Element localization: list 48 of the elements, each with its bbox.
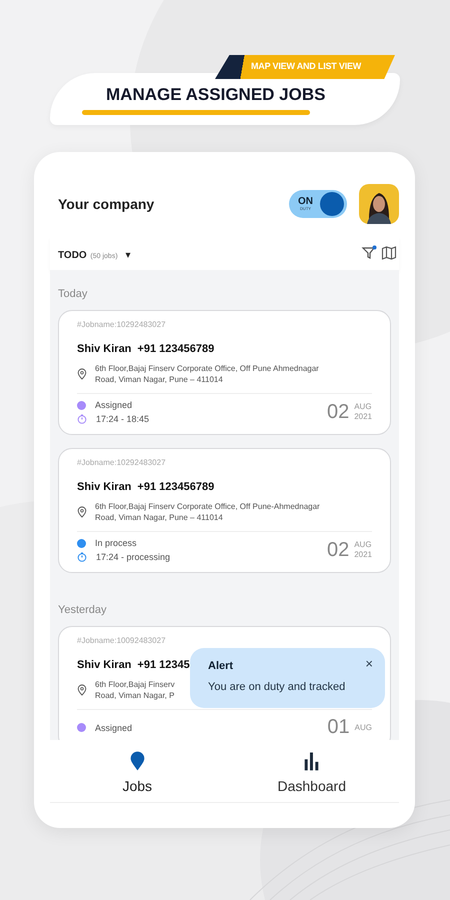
alert-title: Alert	[208, 660, 234, 672]
phone-number: +91 123456789	[137, 343, 214, 355]
timer-icon	[77, 414, 87, 424]
phone-number: +91 123456789	[137, 481, 214, 493]
address-line: Road, Viman Nagar, Pune – 411014	[95, 374, 224, 385]
address-line: Road, Viman Nagar, P	[95, 690, 175, 701]
customer-name: Shiv Kiran	[77, 659, 132, 671]
location-pin-icon	[77, 506, 87, 518]
address-line: 6th Floor,Bajaj Finserv Corporate Office, Off Pune-Ahmednagar	[95, 501, 320, 512]
status-label: Assigned	[95, 400, 132, 410]
date-day: 02	[326, 538, 350, 562]
section-heading: Today	[58, 287, 88, 302]
date-month: AUG	[354, 402, 372, 412]
job-id: #Jobname:10292483027	[77, 458, 167, 467]
customer-name: Shiv Kiran	[77, 343, 132, 355]
location-pin-icon	[77, 368, 87, 380]
date-month: AUG	[354, 722, 372, 732]
timer-icon	[77, 552, 87, 562]
company-name: Your company	[58, 196, 156, 212]
status-label: In process	[95, 538, 137, 548]
date-day: 01	[327, 716, 350, 739]
bar-chart-icon	[303, 750, 320, 772]
date-month: AUG	[354, 540, 372, 550]
date-year: 2021	[354, 550, 372, 560]
phone-number: +91 12345	[137, 659, 190, 671]
alert-message: You are on duty and tracked	[208, 681, 346, 693]
status-label: Assigned	[95, 722, 132, 732]
location-pin-icon	[128, 750, 146, 772]
date-day: 02	[326, 400, 350, 424]
time-range: 17:24 - 18:45	[96, 414, 150, 424]
date-year: 2021	[354, 412, 372, 422]
close-button[interactable]: ×	[363, 656, 375, 671]
time-range: 17:24 - processing	[96, 552, 170, 562]
nav-tab[interactable]: Jobs	[50, 740, 224, 802]
address-line: Road, Viman Nagar, Pune – 411014	[95, 512, 224, 523]
nav-tab[interactable]: Dashboard	[224, 740, 399, 802]
subtitle-banner: MAP VIEW AND LIST VIEW	[215, 55, 395, 79]
job-id: #Jobname:10092483027	[77, 636, 167, 645]
address-line: 6th Floor,Bajaj Finserv	[95, 679, 175, 690]
filter-icon[interactable]	[361, 245, 377, 261]
location-pin-icon	[77, 684, 87, 696]
job-id: #Jobname:10292483027	[77, 320, 167, 329]
customer-name: Shiv Kiran	[77, 481, 132, 493]
section-heading: Yesterday	[58, 603, 108, 618]
avatar[interactable]	[359, 184, 399, 224]
map-icon[interactable]	[381, 245, 397, 261]
address-line: 6th Floor,Bajaj Finserv Corporate Office, Off Pune Ahmednagar	[95, 363, 319, 374]
banner-title: MANAGE ASSIGNED JOBS	[106, 85, 326, 105]
